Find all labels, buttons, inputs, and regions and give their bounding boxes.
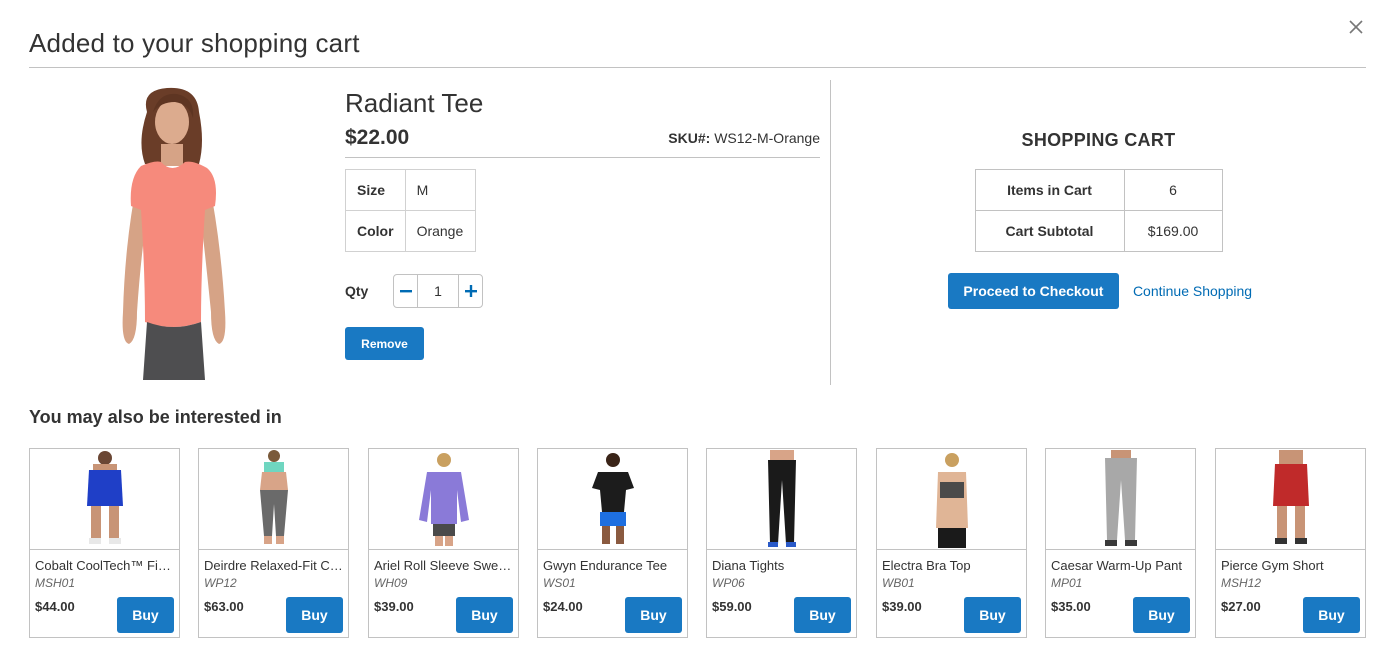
product-name: Radiant Tee	[345, 88, 484, 118]
qty-decrease-button[interactable]	[394, 275, 418, 307]
cart-actions: Proceed to Checkout Continue Shopping	[834, 273, 1366, 309]
buy-button[interactable]: Buy	[456, 597, 513, 633]
price-row: $22.00 SKU#: WS12-M-Orange	[345, 122, 820, 158]
qty-row: Qty	[345, 274, 820, 308]
cart-row: Cart Subtotal $169.00	[974, 210, 1223, 252]
product-name[interactable]: Diana Tights	[712, 558, 851, 573]
product-thumbnail[interactable]	[707, 449, 856, 550]
qty-label: Qty	[345, 283, 369, 299]
option-row: Color Orange	[345, 210, 476, 252]
product-price: $22.00	[345, 126, 410, 149]
product-name[interactable]: Deirdre Relaxed-Fit C…	[204, 558, 343, 573]
buy-button[interactable]: Buy	[625, 597, 682, 633]
proceed-to-checkout-button[interactable]: Proceed to Checkout	[947, 273, 1119, 309]
buy-button[interactable]: Buy	[117, 597, 174, 633]
related-products-list: Cobalt CoolTech™ Fit… MSH01 $44.00 Buy D…	[29, 448, 1366, 638]
buy-button[interactable]: Buy	[964, 597, 1021, 633]
buy-button[interactable]: Buy	[286, 597, 343, 633]
product-thumbnail[interactable]	[30, 449, 179, 550]
quantity-stepper[interactable]	[393, 274, 483, 308]
product-image	[49, 82, 289, 380]
product-price: $59.00	[712, 599, 752, 614]
close-icon	[1349, 20, 1363, 34]
product-sku: SKU#: WS12-M-Orange	[668, 130, 820, 146]
product-price: $63.00	[204, 599, 244, 614]
product-name[interactable]: Ariel Roll Sleeve Swe…	[374, 558, 513, 573]
product-price: $27.00	[1221, 599, 1261, 614]
shirt-shape	[130, 161, 216, 327]
qty-increase-button[interactable]	[458, 275, 482, 307]
cart-row-value: $169.00	[1123, 210, 1223, 252]
product-sku: WH09	[374, 576, 408, 590]
product-thumbnail[interactable]	[538, 449, 687, 550]
buy-button[interactable]: Buy	[1133, 597, 1190, 633]
related-product-card[interactable]: Deirdre Relaxed-Fit C… WP12 $63.00 Buy	[198, 448, 349, 638]
related-product-card[interactable]: Pierce Gym Short MSH12 $27.00 Buy	[1215, 448, 1366, 638]
cart-row-label: Items in Cart	[974, 169, 1125, 211]
product-name[interactable]: Cobalt CoolTech™ Fit…	[35, 558, 174, 573]
option-row: Size M	[345, 169, 476, 211]
sku-label: SKU#:	[668, 130, 711, 146]
product-thumbnail[interactable]	[1216, 449, 1365, 550]
option-value: Orange	[404, 210, 476, 252]
product-thumbnail[interactable]	[199, 449, 348, 550]
related-product-card[interactable]: Diana Tights WP06 $59.00 Buy	[706, 448, 857, 638]
modal-header: Added to your shopping cart	[29, 20, 1366, 68]
remove-button[interactable]: Remove	[345, 327, 424, 360]
product-price: $44.00	[35, 599, 75, 614]
option-label: Size	[345, 169, 406, 211]
minus-icon	[399, 290, 412, 293]
product-name[interactable]: Electra Bra Top	[882, 558, 1021, 573]
continue-shopping-link[interactable]: Continue Shopping	[1133, 283, 1252, 299]
product-sku: MSH12	[1221, 576, 1262, 590]
cart-row-value: 6	[1123, 169, 1223, 211]
product-sku: WP12	[204, 576, 237, 590]
product-sku: MSH01	[35, 576, 76, 590]
product-sku: MP01	[1051, 576, 1083, 590]
product-thumbnail[interactable]	[1046, 449, 1195, 550]
qty-input[interactable]	[418, 275, 458, 307]
related-title: You may also be interested in	[29, 407, 282, 427]
sku-value: WS12-M-Orange	[714, 130, 820, 146]
cart-totals-table: Items in Cart 6 Cart Subtotal $169.00	[974, 169, 1223, 252]
product-name[interactable]: Pierce Gym Short	[1221, 558, 1360, 573]
related-product-card[interactable]: Ariel Roll Sleeve Swe… WH09 $39.00 Buy	[368, 448, 519, 638]
product-price: $35.00	[1051, 599, 1091, 614]
product-info: Radiant Tee $22.00 SKU#: WS12-M-Orange S…	[345, 86, 820, 360]
product-name[interactable]: Caesar Warm-Up Pant	[1051, 558, 1190, 573]
options-table: Size M Color Orange	[345, 169, 476, 252]
product-sku: WB01	[882, 576, 915, 590]
related-product-card[interactable]: Caesar Warm-Up Pant MP01 $35.00 Buy	[1045, 448, 1196, 638]
cart-row: Items in Cart 6	[974, 169, 1223, 211]
product-price: $39.00	[374, 599, 414, 614]
close-button[interactable]	[1345, 16, 1367, 38]
plus-icon	[464, 285, 477, 297]
product-thumbnail[interactable]	[877, 449, 1026, 550]
cart-row-label: Cart Subtotal	[974, 210, 1125, 252]
cart-summary: SHOPPING CART Items in Cart 6 Cart Subto…	[831, 128, 1366, 309]
buy-button[interactable]: Buy	[1303, 597, 1360, 633]
product-thumbnail[interactable]	[369, 449, 518, 550]
product-price: $24.00	[543, 599, 583, 614]
product-name[interactable]: Gwyn Endurance Tee	[543, 558, 682, 573]
option-label: Color	[345, 210, 406, 252]
product-sku: WP06	[712, 576, 745, 590]
modal-title: Added to your shopping cart	[29, 28, 360, 58]
related-product-card[interactable]: Cobalt CoolTech™ Fit… MSH01 $44.00 Buy	[29, 448, 180, 638]
product-price: $39.00	[882, 599, 922, 614]
related-product-card[interactable]: Electra Bra Top WB01 $39.00 Buy	[876, 448, 1027, 638]
option-value: M	[404, 169, 476, 211]
related-product-card[interactable]: Gwyn Endurance Tee WS01 $24.00 Buy	[537, 448, 688, 638]
product-sku: WS01	[543, 576, 576, 590]
cart-title: SHOPPING CART	[1021, 130, 1176, 150]
buy-button[interactable]: Buy	[794, 597, 851, 633]
